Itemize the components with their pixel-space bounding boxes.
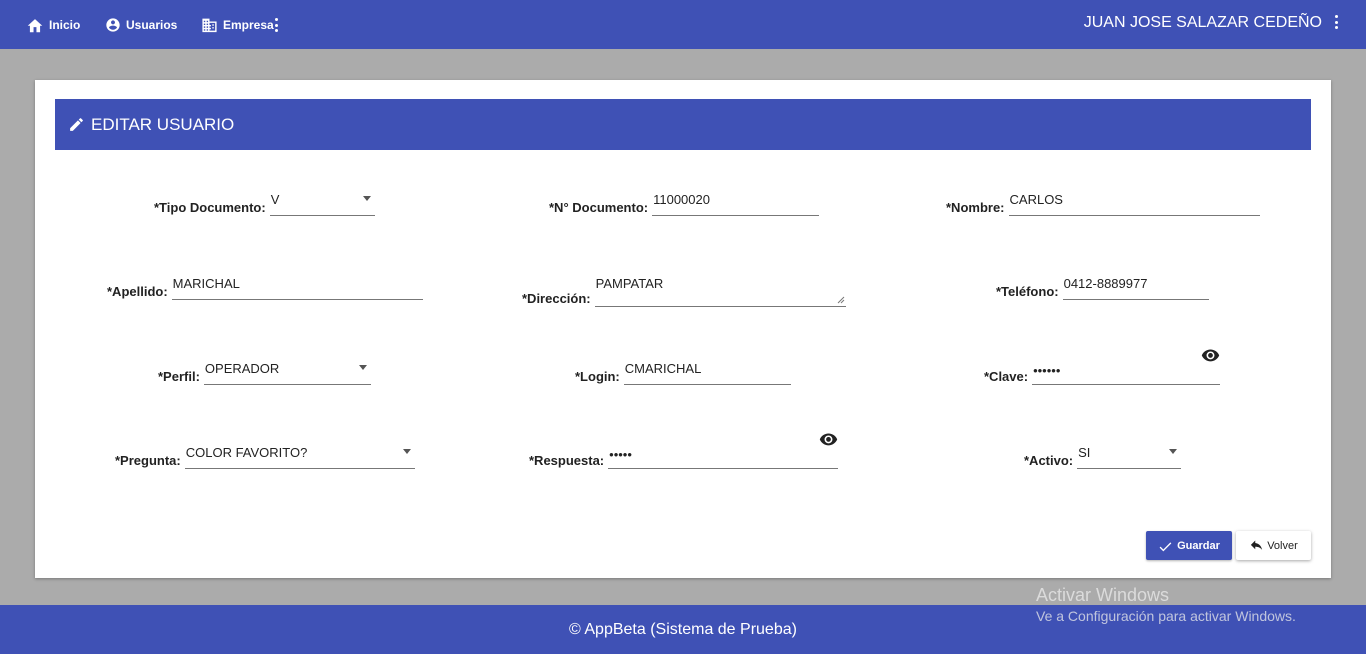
top-app-bar: Inicio Usuarios Empresa JUAN JOSE SALAZA… xyxy=(0,0,1366,49)
n-documento-input[interactable]: 11000020 xyxy=(652,192,820,216)
tipo-documento-select[interactable]: V xyxy=(269,192,375,216)
back-button[interactable]: Volver xyxy=(1236,531,1311,560)
tipo-documento-label: *Tipo Documento: xyxy=(154,200,266,215)
show-answer-icon[interactable] xyxy=(819,432,838,450)
telefono-field: *Teléfono: 0412-8889977 xyxy=(996,276,1209,300)
clave-label: *Clave: xyxy=(984,369,1029,384)
nombre-field: *Nombre: CARLOS xyxy=(946,192,1260,216)
nav-item-empresa[interactable]: Empresa xyxy=(201,0,274,49)
empresa-menu-icon[interactable] xyxy=(275,18,279,32)
apellido-input[interactable]: MARICHAL xyxy=(171,276,423,300)
clave-value: •••••• xyxy=(1033,363,1061,378)
nav-item-label: Empresa xyxy=(223,17,274,32)
apellido-label: *Apellido: xyxy=(107,284,168,299)
telefono-input[interactable]: 0412-8889977 xyxy=(1062,276,1209,300)
clave-field: *Clave: •••••• xyxy=(984,349,1221,385)
resize-grip-icon[interactable] xyxy=(837,296,845,304)
clave-input[interactable]: •••••• xyxy=(1032,349,1221,385)
windows-activation-watermark: Activar Windows Ve a Configuración para … xyxy=(1036,585,1296,627)
respuesta-label: *Respuesta: xyxy=(529,453,605,468)
apellido-value: MARICHAL xyxy=(172,276,240,291)
nombre-value: CARLOS xyxy=(1009,192,1063,207)
nav-item-inicio[interactable]: Inicio xyxy=(26,0,80,49)
login-input[interactable]: CMARICHAL xyxy=(623,361,791,385)
account-circle-icon xyxy=(106,17,120,32)
login-label: *Login: xyxy=(575,369,620,384)
dropdown-arrow-icon[interactable] xyxy=(402,449,411,454)
page-title: EDITAR USUARIO xyxy=(91,114,235,134)
save-button[interactable]: Guardar xyxy=(1146,531,1232,560)
respuesta-value: ••••• xyxy=(609,447,632,462)
nombre-input[interactable]: CARLOS xyxy=(1008,192,1260,216)
telefono-label: *Teléfono: xyxy=(996,284,1059,299)
nav-item-usuarios[interactable]: Usuarios xyxy=(105,0,177,49)
business-icon xyxy=(202,18,217,32)
tipo-documento-field: *Tipo Documento: V xyxy=(154,192,375,216)
pregunta-select[interactable]: COLOR FAVORITO? xyxy=(184,445,415,469)
edit-user-card: EDITAR USUARIO *Tipo Documento: V *N° Do… xyxy=(35,80,1331,578)
perfil-label: *Perfil: xyxy=(158,369,200,384)
pregunta-field: *Pregunta: COLOR FAVORITO? xyxy=(115,445,415,469)
show-password-icon[interactable] xyxy=(1201,348,1220,366)
reply-icon xyxy=(1251,540,1263,550)
activo-field: *Activo: SI xyxy=(1024,445,1182,469)
activo-select[interactable]: SI xyxy=(1077,445,1182,469)
login-value: CMARICHAL xyxy=(624,361,702,376)
direccion-field: *Dirección: PAMPATAR xyxy=(522,276,846,307)
n-documento-label: *N° Documento: xyxy=(549,200,649,215)
nav-item-label: Usuarios xyxy=(126,17,178,32)
dropdown-arrow-icon[interactable] xyxy=(1169,449,1178,454)
user-name[interactable]: JUAN JOSE SALAZAR CEDEÑO xyxy=(1084,14,1322,32)
direccion-label: *Dirección: xyxy=(522,291,591,306)
dropdown-arrow-icon[interactable] xyxy=(358,365,367,370)
activo-value: SI xyxy=(1078,445,1091,460)
nav-item-label: Inicio xyxy=(49,17,81,32)
perfil-value: OPERADOR xyxy=(204,361,280,376)
watermark-line-2: Ve a Configuración para activar Windows. xyxy=(1036,608,1296,624)
apellido-field: *Apellido: MARICHAL xyxy=(107,276,423,300)
user-menu-icon[interactable] xyxy=(1335,15,1339,29)
perfil-select[interactable]: OPERADOR xyxy=(203,361,371,385)
tipo-documento-value: V xyxy=(270,192,280,207)
nombre-label: *Nombre: xyxy=(946,200,1005,215)
watermark-line-1: Activar Windows xyxy=(1036,585,1170,605)
pregunta-value: COLOR FAVORITO? xyxy=(185,445,308,460)
check-icon xyxy=(1159,541,1172,551)
pregunta-label: *Pregunta: xyxy=(115,453,181,468)
back-button-label: Volver xyxy=(1267,539,1298,552)
respuesta-field: *Respuesta: ••••• xyxy=(529,433,839,469)
direccion-value: PAMPATAR xyxy=(595,276,664,291)
card-header: EDITAR USUARIO xyxy=(55,99,1311,150)
direccion-textarea[interactable]: PAMPATAR xyxy=(594,276,846,307)
perfil-field: *Perfil: OPERADOR xyxy=(158,361,371,385)
activo-label: *Activo: xyxy=(1024,453,1074,468)
n-documento-field: *N° Documento: 11000020 xyxy=(549,192,820,216)
telefono-value: 0412-8889977 xyxy=(1063,276,1148,291)
dropdown-arrow-icon[interactable] xyxy=(362,196,371,201)
pencil-icon xyxy=(70,118,83,131)
respuesta-input[interactable]: ••••• xyxy=(608,433,839,469)
save-button-label: Guardar xyxy=(1177,539,1220,552)
login-field: *Login: CMARICHAL xyxy=(575,361,791,385)
home-icon xyxy=(27,18,43,32)
footer-text: © AppBeta (Sistema de Prueba) xyxy=(569,620,797,638)
n-documento-value: 11000020 xyxy=(653,192,710,207)
